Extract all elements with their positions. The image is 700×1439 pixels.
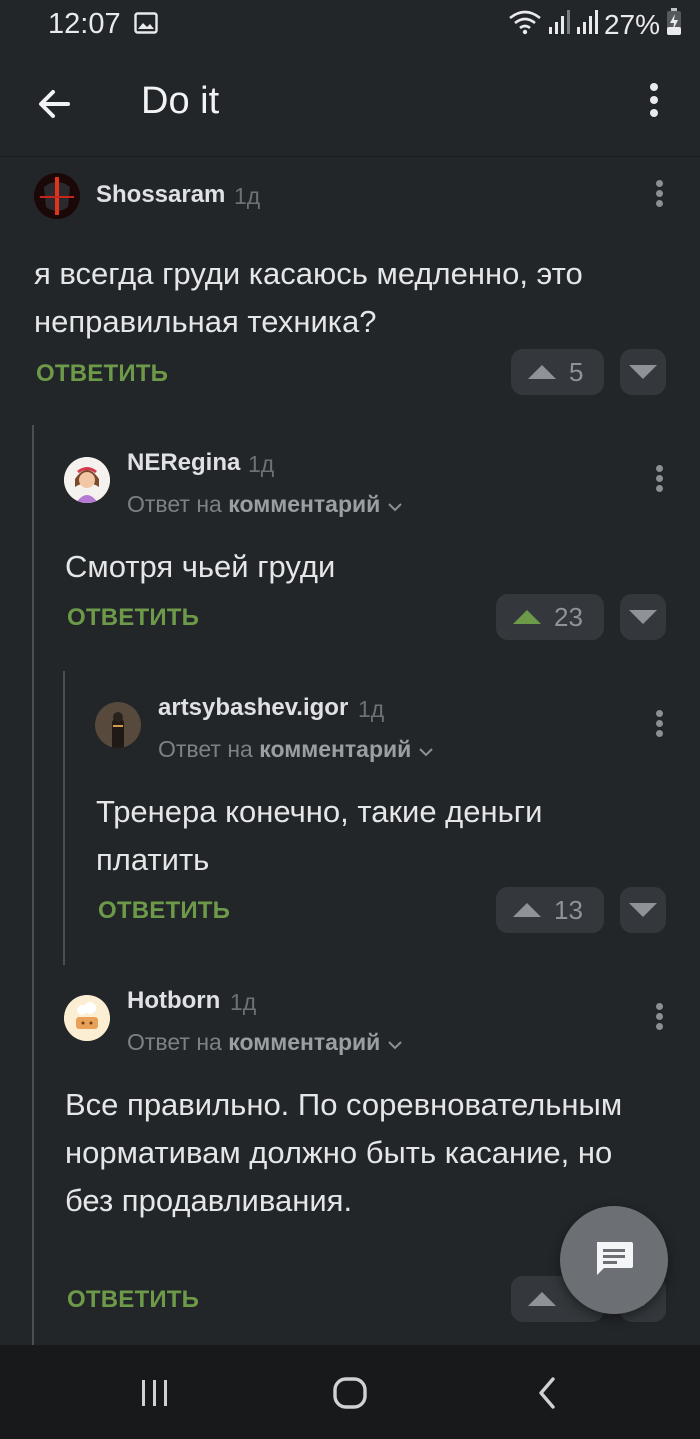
signal-icon xyxy=(576,9,598,40)
app-bar: Do it xyxy=(0,50,700,157)
status-time: 12:07 xyxy=(48,8,121,40)
home-button[interactable] xyxy=(326,1371,374,1415)
message-icon xyxy=(597,1242,633,1275)
arrow-left-icon xyxy=(39,90,70,118)
more-options-button[interactable] xyxy=(634,78,674,128)
reply-to-link[interactable]: Ответ на комментарий xyxy=(127,1029,403,1056)
signal-icon xyxy=(548,9,570,40)
image-icon xyxy=(134,12,158,39)
comment-author[interactable]: Hotborn xyxy=(127,987,220,1015)
home-icon xyxy=(333,1377,367,1409)
comment: Hotborn 1д Ответ на комментарий Все прав… xyxy=(0,157,700,1345)
battery-charging-icon xyxy=(666,8,682,41)
status-icons: 27% xyxy=(508,8,682,41)
battery-percentage: 27% xyxy=(603,8,660,40)
wifi-icon xyxy=(508,9,542,40)
recent-apps-button[interactable] xyxy=(131,1371,179,1415)
page-title: Do it xyxy=(141,80,220,122)
chevron-down-icon xyxy=(387,1041,402,1050)
arrow-up-icon xyxy=(528,1292,556,1306)
reply-button[interactable]: ОТВЕТИТЬ xyxy=(67,1286,199,1314)
system-back-button[interactable] xyxy=(523,1371,571,1415)
recent-apps-icon xyxy=(142,1380,167,1406)
chevron-left-icon xyxy=(539,1377,555,1409)
avatar[interactable] xyxy=(64,995,110,1041)
comments-fab-button[interactable] xyxy=(560,1206,668,1314)
comment-text: Все правильно. По соревновательным норма… xyxy=(65,1087,623,1218)
comments-list[interactable]: Shossaram 1д я всегда груди касаюсь медл… xyxy=(0,157,700,1345)
comment-time: 1д xyxy=(230,989,257,1015)
comment-more-button[interactable] xyxy=(649,1000,669,1034)
status-bar: 12:07 27% xyxy=(0,0,700,50)
system-nav-bar xyxy=(0,1345,700,1439)
back-button[interactable] xyxy=(30,80,78,128)
